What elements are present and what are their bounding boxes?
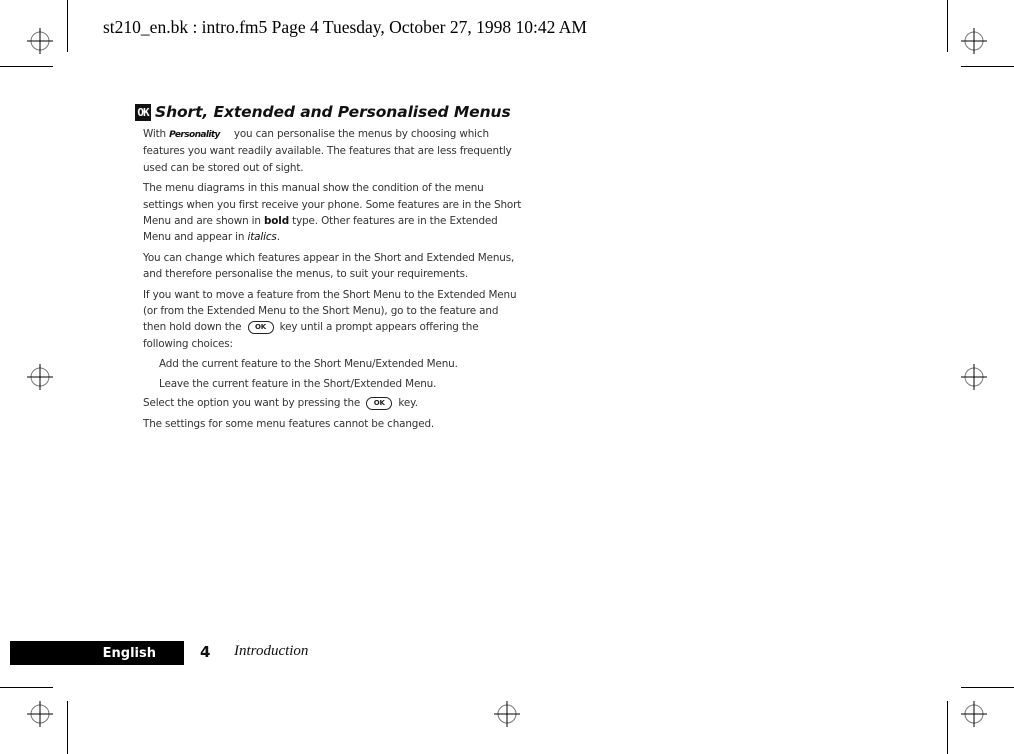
section-heading: OK Short, Extended and Personalised Menu… — [135, 103, 511, 121]
crop-mark — [947, 0, 948, 52]
paragraph-select-option: Select the option you want by pressing t… — [143, 395, 523, 411]
ok-key-icon: OK — [135, 103, 151, 121]
crop-mark — [0, 687, 53, 688]
bold-example: bold — [264, 215, 289, 228]
choice-item: Add the current feature to the Short Men… — [159, 358, 458, 371]
crop-mark — [67, 701, 68, 754]
registration-mark-icon — [961, 28, 987, 54]
crop-mark — [0, 66, 53, 67]
personality-brand: Personality — [169, 130, 220, 140]
registration-mark-icon — [27, 364, 53, 390]
text: With — [143, 128, 170, 140]
paragraph-move-feature: If you want to move a feature from the S… — [143, 287, 523, 353]
registration-mark-icon — [961, 364, 987, 390]
footer-section-name: Introduction — [234, 643, 309, 659]
text: . — [276, 231, 280, 244]
footer-page-number: 4 — [200, 643, 211, 661]
registration-mark-icon — [27, 28, 53, 54]
paragraph-intro: With Personality you can personalise the … — [143, 126, 523, 176]
footer-language-tab: English — [10, 641, 184, 665]
section-title: Short, Extended and Personalised Menus — [155, 103, 511, 121]
choice-item: Leave the current feature in the Short/E… — [159, 377, 437, 390]
crop-mark — [947, 701, 948, 754]
body-text: With Personality you can personalise the … — [143, 126, 523, 436]
paragraph-menu-diagrams: The menu diagrams in this manual show th… — [143, 180, 523, 246]
italic-example: italics — [247, 231, 277, 244]
crop-mark — [961, 687, 1014, 688]
ok-key-icon: OK — [366, 396, 393, 410]
text: key. — [395, 397, 418, 410]
crop-mark — [67, 0, 68, 52]
text: Select the option you want by pressing t… — [143, 397, 364, 410]
paragraph-change-features: You can change which features appear in … — [143, 251, 515, 281]
registration-mark-icon — [27, 701, 53, 727]
print-header-stamp: st210_en.bk : intro.fm5 Page 4 Tuesday, … — [103, 17, 587, 37]
ok-key-icon: OK — [247, 320, 274, 334]
registration-mark-icon — [961, 701, 987, 727]
crop-mark — [961, 66, 1014, 67]
paragraph-note: The settings for some menu features cann… — [143, 417, 435, 430]
registration-mark-icon — [494, 701, 520, 727]
